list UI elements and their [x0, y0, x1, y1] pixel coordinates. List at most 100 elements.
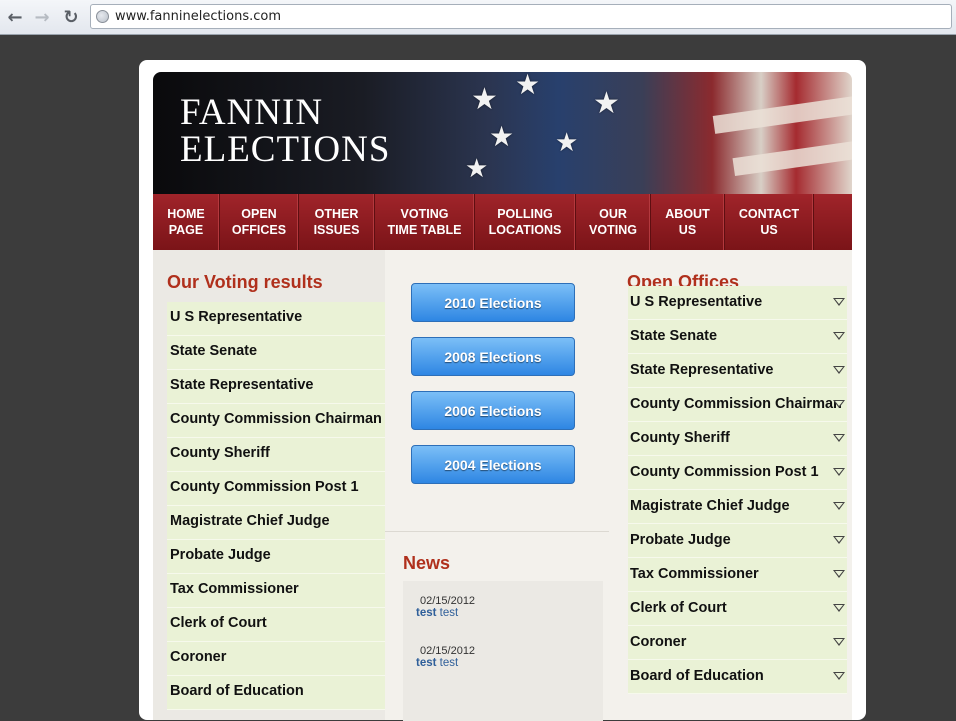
nav-our-voting[interactable]: OUR VOTING: [576, 194, 651, 250]
nav-open-offices[interactable]: OPEN OFFICES: [220, 194, 299, 250]
office-item[interactable]: Clerk of Court: [628, 592, 847, 626]
office-item[interactable]: Magistrate Chief Judge: [628, 490, 847, 524]
news-text[interactable]: test: [440, 657, 459, 669]
nav-home-page[interactable]: HOME PAGE: [153, 194, 220, 250]
elections-column: 2010 Elections 2008 Elections 2006 Elect…: [385, 250, 609, 721]
expand-triangle-icon[interactable]: [833, 468, 845, 476]
expand-triangle-icon[interactable]: [833, 434, 845, 442]
elections-2004-button[interactable]: 2004 Elections: [411, 445, 575, 484]
news-link[interactable]: test test: [416, 607, 475, 619]
news-text[interactable]: test: [440, 607, 459, 619]
divider: [385, 531, 609, 532]
office-label: County Sheriff: [630, 430, 730, 446]
main-nav: HOME PAGE OPEN OFFICES OTHER ISSUES VOTI…: [153, 194, 852, 250]
news-item: 02/15/2012 test test: [416, 645, 475, 669]
result-item[interactable]: Clerk of Court: [167, 608, 385, 642]
expand-triangle-icon[interactable]: [833, 536, 845, 544]
result-item[interactable]: County Sheriff: [167, 438, 385, 472]
result-item[interactable]: Coroner: [167, 642, 385, 676]
star-icon: ★: [489, 120, 515, 153]
office-label: Coroner: [630, 634, 687, 650]
globe-icon: [96, 10, 109, 23]
result-item[interactable]: Tax Commissioner: [167, 574, 385, 608]
logo-line-2: ELECTIONS: [180, 129, 391, 170]
news-date: 02/15/2012: [420, 645, 476, 657]
page-container: ★ ★ ★ ★ ★ ★ FANNIN ELECTIONS HOME PAGE O…: [139, 60, 866, 721]
expand-triangle-icon[interactable]: [833, 672, 845, 680]
office-item[interactable]: County Commission Chairman: [628, 388, 847, 422]
news-date: 02/15/2012: [420, 595, 476, 607]
office-item[interactable]: Board of Education: [628, 660, 847, 694]
news-list: 02/15/2012 test test 02/15/2012 test tes…: [403, 581, 603, 721]
back-arrow-icon[interactable]: ←: [4, 6, 26, 28]
office-item[interactable]: Probate Judge: [628, 524, 847, 558]
result-item[interactable]: Magistrate Chief Judge: [167, 506, 385, 540]
star-icon: ★: [471, 82, 498, 117]
result-item[interactable]: State Senate: [167, 336, 385, 370]
open-offices-list: U S Representative State Senate State Re…: [628, 286, 847, 694]
news-item: 02/15/2012 test test: [416, 595, 475, 619]
office-item[interactable]: State Senate: [628, 320, 847, 354]
voting-results-list: U S Representative State Senate State Re…: [167, 302, 385, 710]
office-label: U S Representative: [630, 294, 763, 310]
open-offices-column: Open Offices U S Representative State Se…: [609, 250, 852, 720]
address-bar[interactable]: www.fanninelections.com: [90, 4, 952, 29]
news-title[interactable]: test: [416, 607, 436, 619]
office-label: Board of Education: [630, 668, 764, 684]
office-item[interactable]: Coroner: [628, 626, 847, 660]
office-label: Magistrate Chief Judge: [630, 498, 790, 514]
office-item[interactable]: U S Representative: [628, 286, 847, 320]
expand-triangle-icon[interactable]: [833, 502, 845, 510]
star-icon: ★: [593, 86, 620, 121]
office-item[interactable]: County Sheriff: [628, 422, 847, 456]
expand-triangle-icon[interactable]: [833, 332, 845, 340]
result-item[interactable]: Probate Judge: [167, 540, 385, 574]
nav-polling-locations[interactable]: POLLING LOCATIONS: [475, 194, 576, 250]
result-item[interactable]: State Representative: [167, 370, 385, 404]
news-link[interactable]: test test: [416, 657, 475, 669]
office-label: State Representative: [630, 362, 774, 378]
logo-line-1: FANNIN: [180, 92, 324, 133]
office-label: County Commission Chairman: [630, 396, 842, 412]
result-item[interactable]: County Commission Chairman: [167, 404, 385, 438]
office-item[interactable]: State Representative: [628, 354, 847, 388]
site-logo-title[interactable]: FANNIN ELECTIONS: [180, 94, 390, 168]
star-icon: ★: [515, 72, 541, 101]
site-banner: ★ ★ ★ ★ ★ ★ FANNIN ELECTIONS: [153, 72, 852, 194]
address-text[interactable]: www.fanninelections.com: [115, 9, 281, 24]
nav-other-issues[interactable]: OTHER ISSUES: [299, 194, 375, 250]
expand-triangle-icon[interactable]: [833, 298, 845, 306]
nav-about-us[interactable]: ABOUT US: [651, 194, 725, 250]
result-item[interactable]: U S Representative: [167, 302, 385, 336]
elections-2008-button[interactable]: 2008 Elections: [411, 337, 575, 376]
office-label: Probate Judge: [630, 532, 731, 548]
browser-toolbar: ← → ↻ www.fanninelections.com: [0, 0, 956, 35]
expand-triangle-icon[interactable]: [833, 638, 845, 646]
elections-2010-button[interactable]: 2010 Elections: [411, 283, 575, 322]
news-heading: News: [403, 553, 451, 573]
elections-2006-button[interactable]: 2006 Elections: [411, 391, 575, 430]
office-item[interactable]: Tax Commissioner: [628, 558, 847, 592]
office-label: Clerk of Court: [630, 600, 727, 616]
office-item[interactable]: County Commission Post 1: [628, 456, 847, 490]
expand-triangle-icon[interactable]: [833, 604, 845, 612]
office-label: Tax Commissioner: [630, 566, 759, 582]
flag-stripe: [732, 135, 852, 177]
expand-triangle-icon[interactable]: [833, 570, 845, 578]
result-item[interactable]: County Commission Post 1: [167, 472, 385, 506]
nav-voting-time-table[interactable]: VOTING TIME TABLE: [375, 194, 475, 250]
star-icon: ★: [465, 154, 489, 184]
result-item[interactable]: Board of Education: [167, 676, 385, 710]
voting-results-column: Our Voting results U S Representative St…: [153, 250, 385, 720]
expand-triangle-icon[interactable]: [833, 400, 845, 408]
voting-results-heading: Our Voting results: [167, 272, 323, 292]
star-icon: ★: [555, 128, 579, 158]
nav-contact-us[interactable]: CONTACT US: [725, 194, 814, 250]
office-label: County Commission Post 1: [630, 464, 819, 480]
forward-arrow-icon[interactable]: →: [31, 6, 53, 28]
main-content: Our Voting results U S Representative St…: [153, 250, 852, 721]
news-title[interactable]: test: [416, 657, 436, 669]
reload-icon[interactable]: ↻: [60, 6, 82, 28]
office-label: State Senate: [630, 328, 718, 344]
expand-triangle-icon[interactable]: [833, 366, 845, 374]
